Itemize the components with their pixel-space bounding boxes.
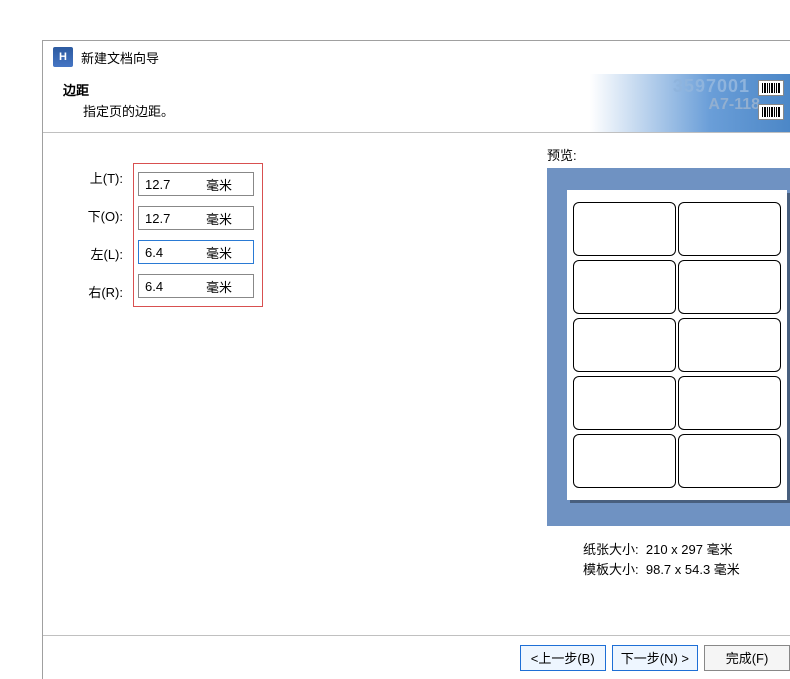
margin-right-input[interactable]: 6.4 毫米 [138,274,254,298]
wizard-content: 上(T): 下(O): 左(L): 右(R): 12.7 毫米 12.7 毫米 … [43,133,790,633]
label-cell [573,202,676,256]
margin-bottom-unit: 毫米 [191,209,253,228]
template-size-label: 模板大小: [583,562,639,577]
margin-right-label: 右(R): [63,283,123,303]
finish-button[interactable]: 完成(F) [704,645,790,671]
margin-left-label: 左(L): [63,245,123,265]
deco-a7-label: A7-118 [708,96,760,114]
wizard-footer: <上一步(B) 下一步(N) > 完成(F) [43,635,790,679]
wizard-header: 3597001 A7-118 边距 指定页的边距。 [43,73,790,133]
margin-top-input[interactable]: 12.7 毫米 [138,172,254,196]
paper-size-label: 纸张大小: [583,542,639,557]
template-size-value: 98.7 x 54.3 毫米 [646,562,740,577]
margin-left-unit: 毫米 [191,243,253,262]
label-cell [678,202,781,256]
preview-page [567,190,787,500]
margin-bottom-label: 下(O): [63,207,123,227]
header-decorative-bg: 3597001 A7-118 [590,74,790,132]
label-cell [573,434,676,488]
label-cell [678,434,781,488]
wizard-window: H 新建文档向导 3597001 A7-118 边距 指定页的边距。 上(T):… [42,40,790,679]
margin-top-value: 12.7 [139,177,191,192]
preview-frame [547,168,790,526]
label-cell [678,318,781,372]
preview-section: 预览: [547,145,790,579]
next-button[interactable]: 下一步(N) > [612,645,698,671]
label-cell [573,318,676,372]
margin-right-value: 6.4 [139,279,191,294]
deco-digits: 3597001 [673,76,750,97]
label-cell [573,376,676,430]
app-icon: H [53,47,73,67]
label-cell [573,260,676,314]
preview-info: 纸张大小: 210 x 297 毫米 模板大小: 98.7 x 54.3 毫米 [547,540,790,579]
margin-left-input[interactable]: 6.4 毫米 [138,240,254,264]
margin-bottom-input[interactable]: 12.7 毫米 [138,206,254,230]
label-cell [678,260,781,314]
margin-top-unit: 毫米 [191,175,253,194]
margin-top-label: 上(T): [63,169,123,189]
margin-labels: 上(T): 下(O): 左(L): 右(R): [63,169,123,303]
margins-panel: 12.7 毫米 12.7 毫米 6.4 毫米 6.4 毫米 [133,163,263,307]
back-button[interactable]: <上一步(B) [520,645,606,671]
titlebar: H 新建文档向导 [43,41,790,73]
barcode-icon [758,80,784,96]
preview-label: 预览: [547,145,790,164]
margin-right-unit: 毫米 [191,277,253,296]
preview-labels-grid [573,202,781,488]
barcode-icon [758,104,784,120]
margin-left-value: 6.4 [139,245,191,260]
margin-bottom-value: 12.7 [139,211,191,226]
window-title: 新建文档向导 [81,48,159,67]
label-cell [678,376,781,430]
paper-size-value: 210 x 297 毫米 [646,542,733,557]
